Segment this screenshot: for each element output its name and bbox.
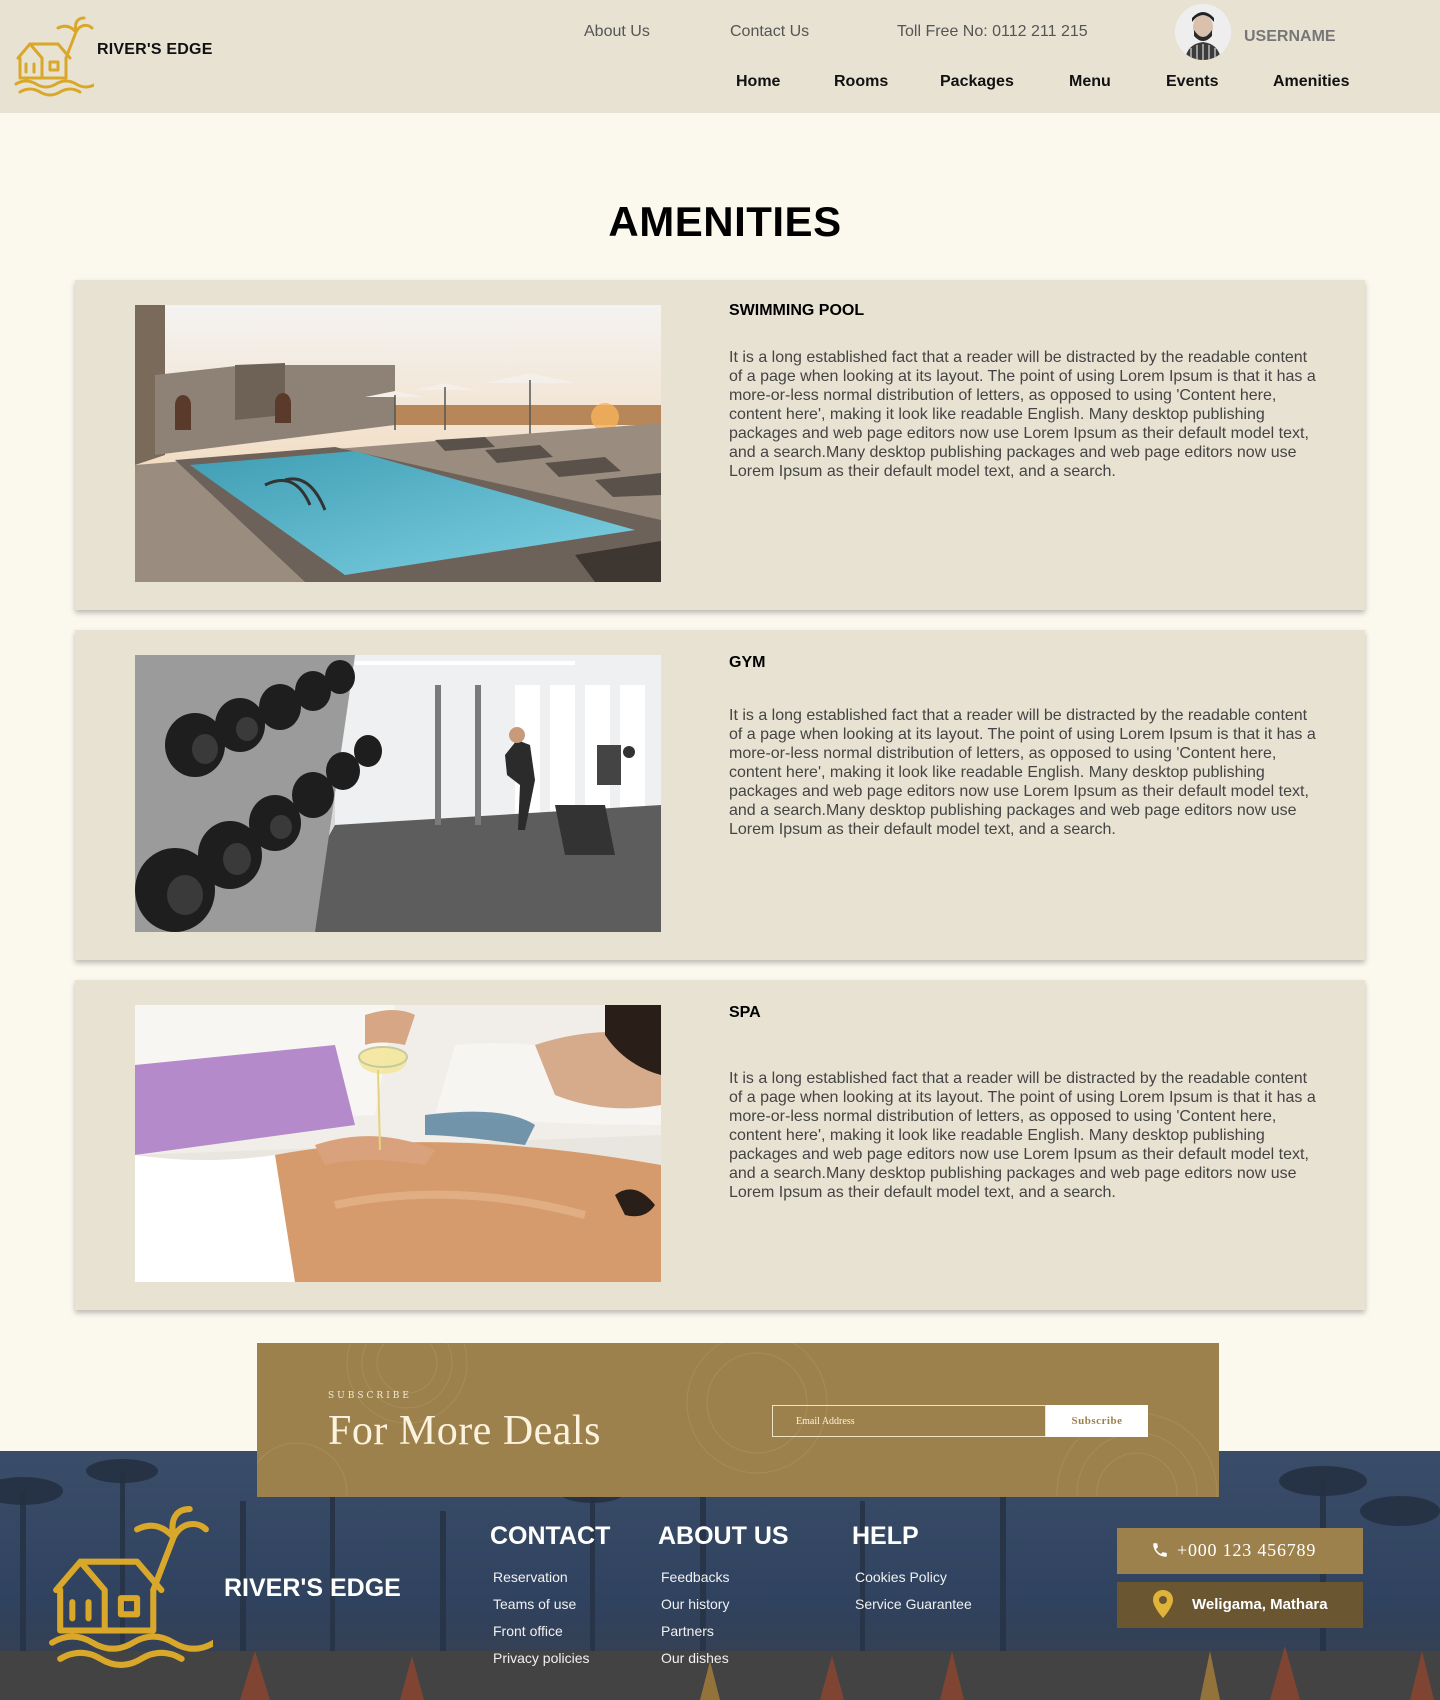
footer-logo-house-icon[interactable] (45, 1501, 213, 1671)
footer-link-front-office[interactable]: Front office (493, 1623, 563, 1639)
footer-link-service-guarantee[interactable]: Service Guarantee (855, 1596, 972, 1612)
location-pin-icon (1153, 1590, 1173, 1618)
footer-link-terms[interactable]: Teams of use (493, 1596, 576, 1612)
amenity-description: It is a long established fact that a rea… (729, 349, 1316, 480)
spa-photo (135, 1005, 661, 1282)
footer-heading-help: HELP (852, 1522, 919, 1550)
nav-packages[interactable]: Packages (940, 73, 1014, 91)
brand-name[interactable]: RIVER'S EDGE (97, 41, 213, 59)
avatar[interactable] (1175, 4, 1231, 60)
toll-free-number: Toll Free No: 0112 211 215 (897, 23, 1088, 40)
amenity-description: It is a long established fact that a rea… (729, 707, 1316, 838)
subscribe-kicker: SUBSCRIBE (328, 1391, 412, 1401)
amenity-description: It is a long established fact that a rea… (729, 1070, 1316, 1201)
phone-number: +000 123 456789 (1177, 1540, 1317, 1560)
nav-rooms[interactable]: Rooms (834, 73, 888, 91)
phone-icon (1153, 1543, 1167, 1557)
amenity-card-spa: SPA It is a long established fact that a… (75, 980, 1365, 1310)
footer-link-history[interactable]: Our history (661, 1596, 729, 1612)
email-input[interactable] (772, 1405, 1046, 1437)
amenity-card-swimming-pool: SWIMMING POOL It is a long established f… (75, 280, 1365, 610)
subscribe-title: For More Deals (328, 1408, 601, 1454)
footer-heading-contact: CONTACT (490, 1522, 611, 1550)
username[interactable]: USERNAME (1244, 28, 1336, 46)
contact-us-link[interactable]: Contact Us (730, 23, 809, 41)
phone-contact[interactable]: +000 123 456789 (1117, 1528, 1363, 1574)
subscribe-banner: SUBSCRIBE For More Deals Subscribe (257, 1343, 1219, 1497)
site-header: RIVER'S EDGE About Us Contact Us Toll Fr… (0, 0, 1440, 113)
amenity-title: SPA (729, 1004, 761, 1021)
pool-photo (135, 305, 661, 582)
subscribe-button[interactable]: Subscribe (1046, 1405, 1148, 1437)
footer-link-dishes[interactable]: Our dishes (661, 1650, 729, 1666)
nav-home[interactable]: Home (736, 73, 780, 91)
footer-link-cookies[interactable]: Cookies Policy (855, 1569, 947, 1585)
amenity-title: GYM (729, 654, 766, 671)
location-text: Weligama, Mathara (1192, 1596, 1328, 1613)
location-contact[interactable]: Weligama, Mathara (1117, 1582, 1363, 1628)
nav-amenities[interactable]: Amenities (1273, 73, 1349, 91)
amenity-card-gym: GYM It is a long established fact that a… (75, 630, 1365, 960)
footer-link-partners[interactable]: Partners (661, 1623, 714, 1639)
footer-link-feedbacks[interactable]: Feedbacks (661, 1569, 729, 1585)
nav-menu[interactable]: Menu (1069, 73, 1111, 91)
page-title: AMENITIES (608, 198, 842, 245)
gym-photo (135, 655, 661, 932)
footer-link-privacy[interactable]: Privacy policies (493, 1650, 589, 1666)
amenity-title: SWIMMING POOL (729, 302, 865, 319)
about-us-link[interactable]: About Us (584, 23, 650, 41)
nav-events[interactable]: Events (1166, 73, 1218, 91)
footer-link-reservation[interactable]: Reservation (493, 1569, 568, 1585)
footer-heading-about-us: ABOUT US (658, 1522, 789, 1550)
footer-brand-name: RIVER'S EDGE (224, 1574, 401, 1602)
logo-house-icon[interactable] (14, 14, 94, 98)
